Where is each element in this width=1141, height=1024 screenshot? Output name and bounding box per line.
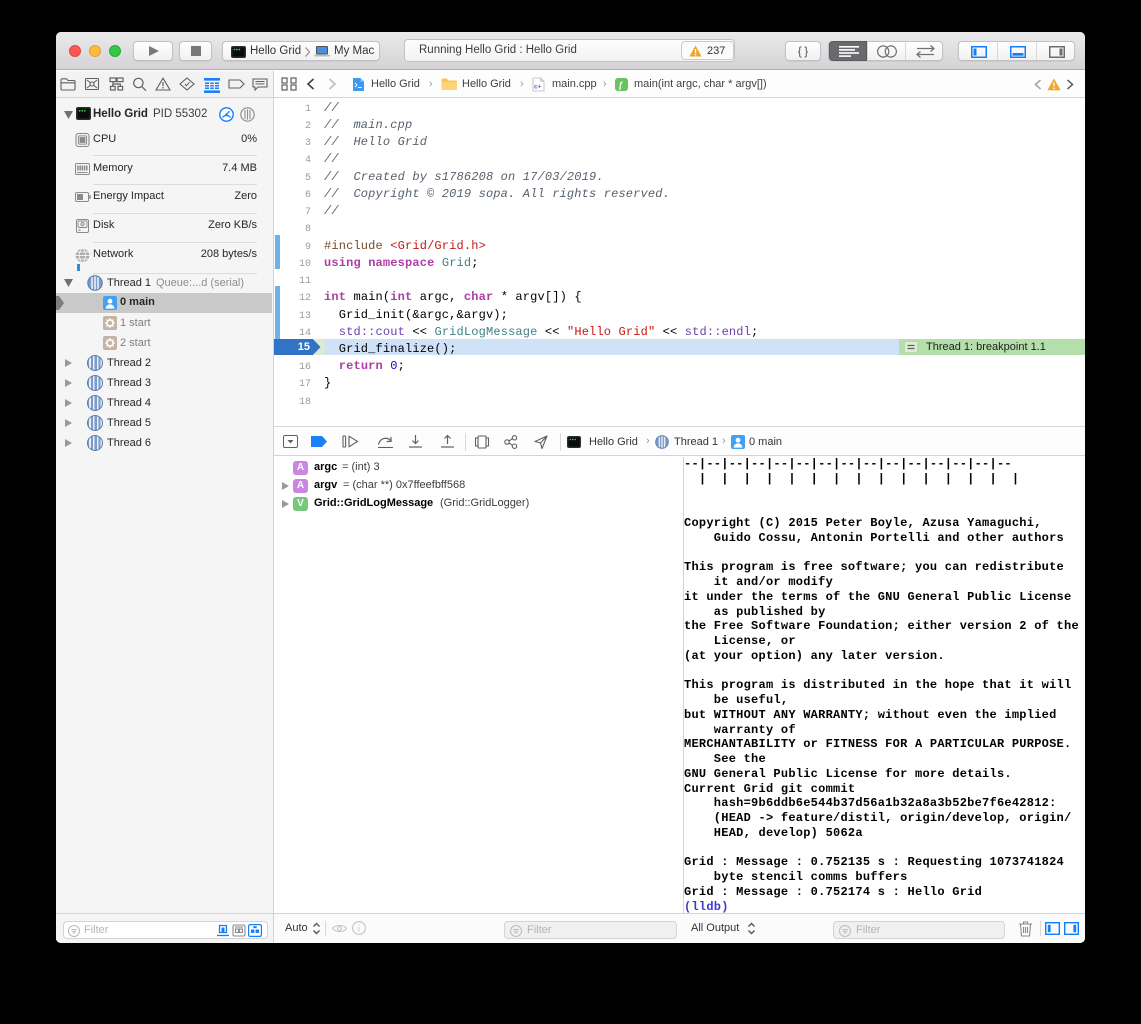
svg-text:c+: c+ — [534, 84, 542, 91]
svg-text:i: i — [358, 924, 361, 934]
